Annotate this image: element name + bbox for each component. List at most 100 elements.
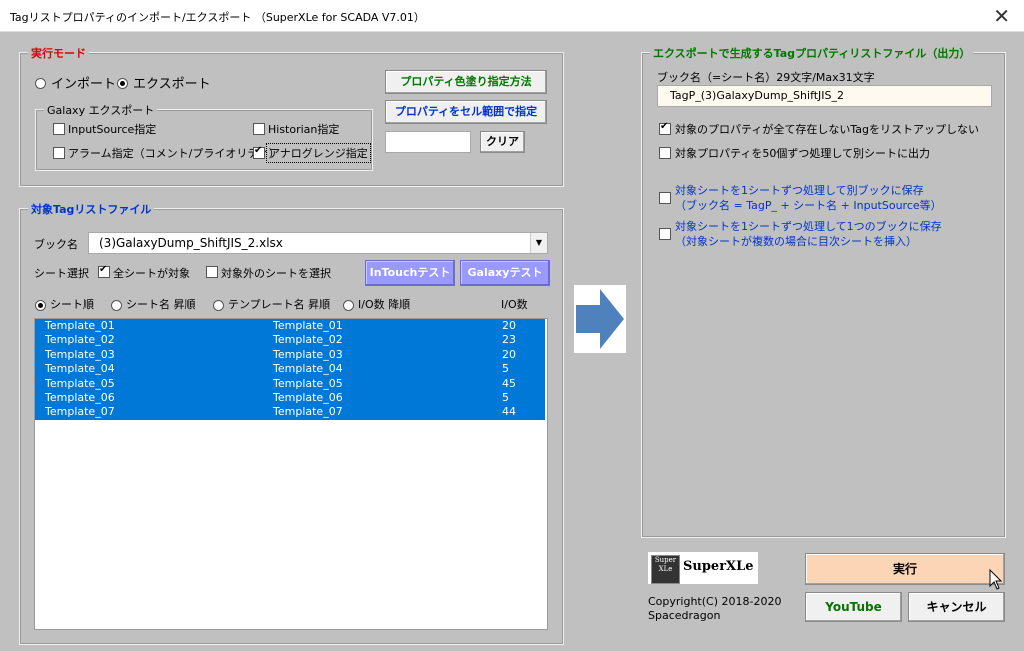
exclude-sheets-label: 対象外のシートを選択 bbox=[221, 267, 331, 280]
color-fill-button[interactable]: プロパティ色塗り指定方法 bbox=[385, 70, 547, 94]
list-item[interactable]: Template_07 Template_07 44 bbox=[35, 405, 545, 420]
superxle-logo: Super XLe SuperXLe bbox=[648, 552, 758, 584]
book-label: ブック名 bbox=[34, 238, 78, 251]
single-book-checkbox[interactable] bbox=[659, 228, 671, 240]
sort-sheet-order-label: シート順 bbox=[50, 298, 94, 311]
split-50-label: 対象プロパティを50個ずつ処理して別シートに出力 bbox=[675, 147, 931, 160]
export-radio[interactable] bbox=[117, 78, 128, 89]
template-name: Template_07 bbox=[273, 405, 343, 419]
io-count: 5 bbox=[502, 362, 509, 376]
sheet-name: Template_01 bbox=[45, 319, 115, 332]
template-name: Template_05 bbox=[273, 376, 343, 390]
analog-range-label: アナログレンジ指定 bbox=[266, 143, 371, 163]
sort-sheet-name-label: シート名 昇順 bbox=[126, 298, 196, 311]
inputsource-checkbox[interactable] bbox=[53, 123, 65, 135]
galaxy-test-button[interactable]: Galaxyテスト bbox=[460, 260, 550, 286]
template-name: Template_04 bbox=[273, 362, 343, 376]
galaxy-export-group: Galaxy エクスポート InputSource指定 Historian指定 … bbox=[35, 102, 373, 171]
all-sheets-label: 全シートが対象 bbox=[113, 267, 190, 280]
dialog-body: 実行モード インポート エクスポート Galaxy エクスポート InputSo… bbox=[0, 32, 1024, 651]
export-label: エクスポート bbox=[133, 77, 211, 92]
sheet-name: Template_07 bbox=[45, 405, 115, 419]
list-item[interactable]: Template_03 Template_03 20 bbox=[35, 347, 545, 363]
sort-io-radio[interactable] bbox=[343, 300, 354, 311]
single-book-note: （対象シートが複数の場合に目次シートを挿入） bbox=[675, 235, 917, 248]
sort-template-label: テンプレート名 昇順 bbox=[228, 298, 331, 311]
io-count-header: I/O数 bbox=[501, 298, 528, 311]
list-item[interactable]: Template_05 Template_05 45 bbox=[35, 376, 545, 391]
io-count: 45 bbox=[502, 376, 516, 390]
book-select[interactable]: (3)GalaxyDump_ShiftJIS_2.xlsx ▼ bbox=[88, 232, 548, 254]
template-name: Template_06 bbox=[273, 391, 343, 404]
sort-io-label: I/O数 降順 bbox=[358, 298, 411, 311]
sheet-select-label: シート選択 bbox=[34, 267, 89, 280]
chevron-down-icon[interactable]: ▼ bbox=[530, 233, 547, 253]
list-item[interactable]: Template_02 Template_02 23 bbox=[35, 333, 545, 348]
list-item[interactable]: Template_01 Template_01 20 bbox=[35, 319, 545, 334]
output-book-input[interactable]: TagP_(3)GalaxyDump_ShiftJIS_2 bbox=[657, 85, 992, 107]
sheet-name: Template_05 bbox=[45, 376, 115, 390]
all-sheets-checkbox[interactable] bbox=[98, 264, 110, 278]
io-count: 20 bbox=[502, 347, 516, 361]
range-input[interactable] bbox=[385, 131, 471, 153]
sheet-name: Template_02 bbox=[45, 333, 115, 347]
historian-label: Historian指定 bbox=[268, 123, 340, 136]
sort-sheet-order-radio[interactable] bbox=[35, 300, 46, 311]
galaxy-export-title: Galaxy エクスポート bbox=[44, 102, 158, 118]
skip-missing-checkbox[interactable] bbox=[659, 121, 671, 135]
sort-template-radio[interactable] bbox=[213, 300, 224, 311]
import-radio[interactable] bbox=[35, 78, 46, 89]
mouse-cursor-icon bbox=[989, 568, 1003, 594]
run-button[interactable]: 実行 bbox=[805, 553, 1005, 585]
sheet-name: Template_03 bbox=[45, 347, 115, 361]
superxle-logo-icon: Super XLe bbox=[651, 555, 680, 584]
window-title: Tagリストプロパティのインポート/エクスポート （SuperXLe for S… bbox=[10, 11, 425, 24]
list-item[interactable]: Template_06 Template_06 5 bbox=[35, 391, 545, 406]
io-count: 5 bbox=[502, 391, 509, 404]
inputsource-label: InputSource指定 bbox=[68, 123, 157, 136]
template-name: Template_01 bbox=[273, 319, 343, 332]
io-count: 20 bbox=[502, 319, 516, 332]
sort-sheet-name-radio[interactable] bbox=[111, 300, 122, 311]
list-item[interactable]: Template_04 Template_04 5 bbox=[35, 362, 545, 377]
clear-button[interactable]: クリア bbox=[480, 131, 525, 153]
title-bar: Tagリストプロパティのインポート/エクスポート （SuperXLe for S… bbox=[0, 0, 1024, 32]
single-book-label: 対象シートを1シートずつ処理して1つのブックに保存 bbox=[675, 220, 942, 233]
mode-group: 実行モード インポート エクスポート Galaxy エクスポート InputSo… bbox=[19, 45, 564, 187]
separate-book-label: 対象シートを1シートずつ処理して別ブックに保存 bbox=[675, 184, 924, 197]
skip-missing-label: 対象のプロパティが全て存在しないTagをリストアップしない bbox=[675, 123, 979, 136]
copyright-text: Copyright(C) 2018-2020 bbox=[648, 595, 782, 608]
analog-range-checkbox[interactable] bbox=[253, 145, 265, 159]
book-select-value: (3)GalaxyDump_ShiftJIS_2.xlsx bbox=[99, 236, 283, 250]
exclude-sheets-checkbox[interactable] bbox=[206, 266, 218, 278]
export-group-title: エクスポートで生成するTagプロパティリストファイル（出力） bbox=[650, 45, 974, 61]
target-group-title: 対象Tagリストファイル bbox=[28, 201, 155, 217]
template-name: Template_02 bbox=[273, 333, 343, 347]
io-count: 44 bbox=[502, 405, 516, 419]
cancel-button[interactable]: キャンセル bbox=[908, 592, 1005, 622]
output-book-label: ブック名（=シート名）29文字/Max31文字 bbox=[657, 71, 875, 84]
cell-range-button[interactable]: プロパティをセル範囲で指定 bbox=[385, 100, 547, 124]
historian-checkbox[interactable] bbox=[253, 123, 265, 135]
sheet-list[interactable]: Template_01 Template_01 20 Template_02 Temp… bbox=[34, 318, 548, 630]
io-count: 23 bbox=[502, 333, 516, 347]
import-label: インポート bbox=[51, 77, 117, 92]
arrow-right-icon bbox=[574, 285, 626, 353]
close-icon[interactable]: ✕ bbox=[993, 4, 1010, 28]
split-50-checkbox[interactable] bbox=[659, 147, 671, 159]
target-file-group: 対象Tagリストファイル ブック名 (3)GalaxyDump_ShiftJIS… bbox=[19, 201, 564, 645]
author-text: Spacedragon bbox=[648, 609, 721, 622]
mode-group-title: 実行モード bbox=[28, 45, 89, 61]
alarm-checkbox[interactable] bbox=[53, 147, 65, 159]
intouch-test-button[interactable]: InTouchテスト bbox=[365, 260, 455, 286]
sheet-name: Template_04 bbox=[45, 362, 115, 376]
separate-book-checkbox[interactable] bbox=[659, 192, 671, 204]
export-output-group: エクスポートで生成するTagプロパティリストファイル（出力） ブック名（=シート… bbox=[641, 45, 1006, 538]
logo-text: SuperXLe bbox=[683, 559, 754, 574]
output-book-value: TagP_(3)GalaxyDump_ShiftJIS_2 bbox=[670, 89, 845, 102]
template-name: Template_03 bbox=[273, 347, 343, 361]
separate-book-note: （ブック名 = TagP_ + シート名 + InputSource等） bbox=[675, 199, 942, 212]
youtube-button[interactable]: YouTube bbox=[805, 592, 902, 622]
alarm-label: アラーム指定（コメント/プライオリティ） bbox=[68, 147, 280, 160]
sheet-name: Template_06 bbox=[45, 391, 115, 404]
